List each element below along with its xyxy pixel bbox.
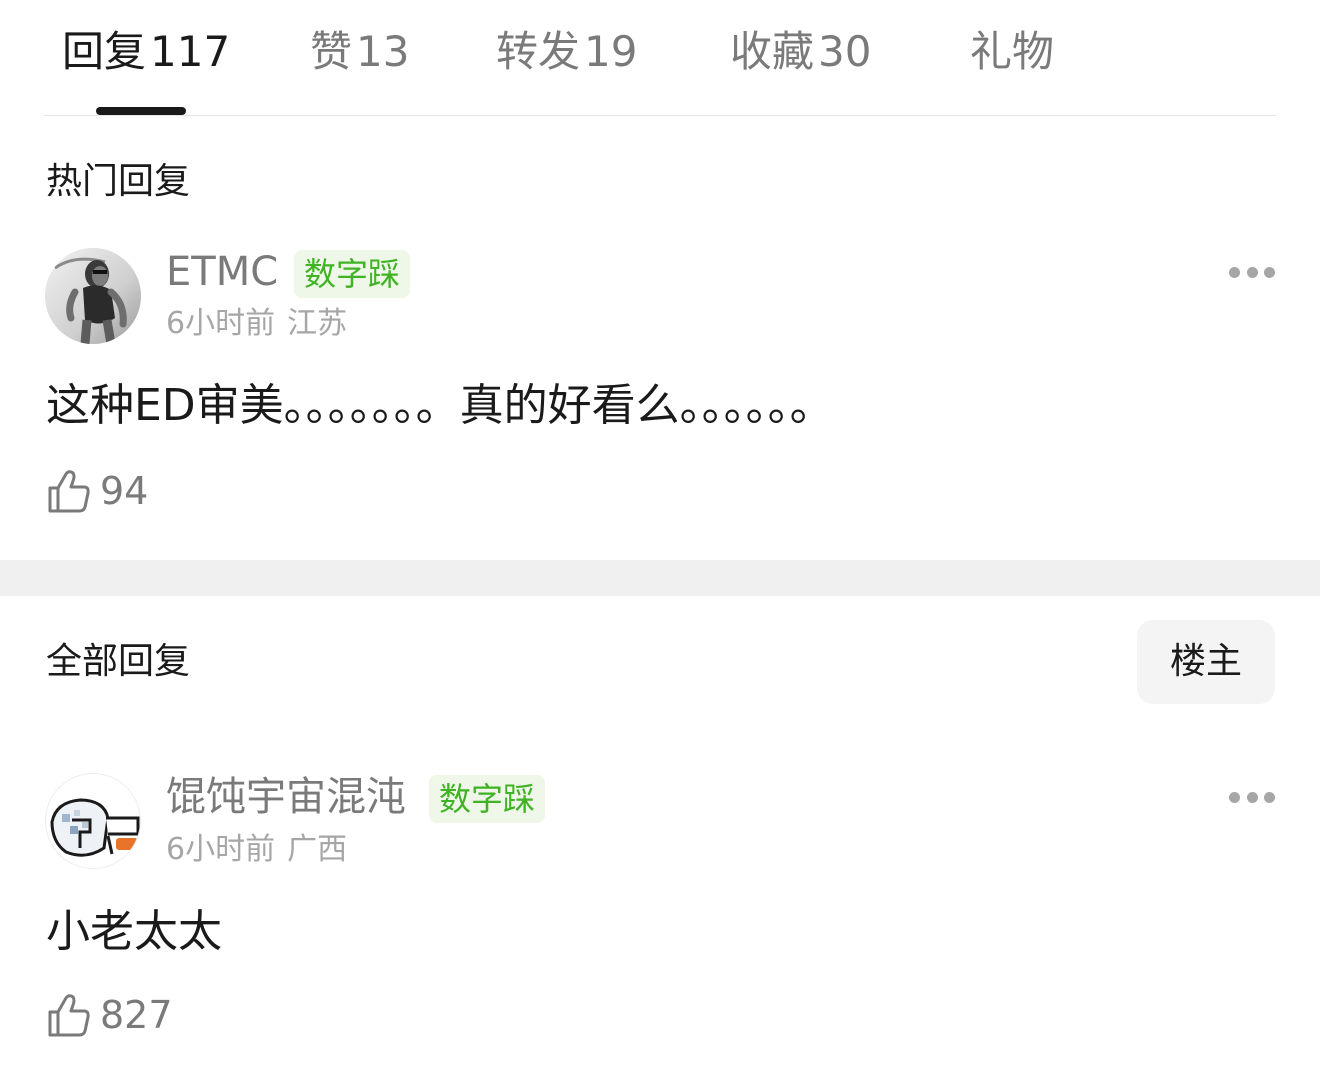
comment-location: 江苏 — [287, 306, 348, 341]
pixel-art-avatar-icon[interactable] — [45, 773, 141, 869]
tab-replies[interactable]: 回复117 — [62, 22, 230, 82]
tab-label: 转发 — [496, 27, 581, 76]
like-button[interactable]: 94 — [46, 466, 148, 516]
tab-count: 13 — [356, 27, 410, 76]
tab-label: 回复 — [62, 27, 147, 76]
comment-username[interactable]: 馄饨宇宙混沌 — [166, 771, 406, 823]
comment-time: 6小时前 — [166, 832, 276, 867]
tab-reposts[interactable]: 转发19 — [496, 22, 637, 82]
comment-time: 6小时前 — [166, 306, 276, 341]
hot-replies-title: 热门回复 — [46, 161, 191, 202]
digital-tag-badge: 数字踩 — [294, 250, 411, 298]
tab-favorites[interactable]: 收藏30 — [730, 22, 871, 82]
like-button[interactable]: 827 — [46, 990, 173, 1040]
active-tab-indicator — [96, 107, 186, 115]
more-options-icon[interactable] — [1229, 265, 1275, 279]
comment-text: 小老太太 — [46, 906, 222, 957]
tab-count: 117 — [150, 27, 231, 76]
tab-divider — [44, 115, 1276, 116]
tab-likes[interactable]: 赞13 — [310, 22, 409, 82]
tab-bar: 回复117 赞13 转发19 收藏30 礼物 — [0, 0, 1320, 116]
thumbs-up-icon — [48, 994, 90, 1037]
digital-tag-badge: 数字踩 — [429, 775, 546, 823]
owner-filter-button[interactable]: 楼主 — [1137, 620, 1275, 704]
comment-text: 这种ED审美。。。。。。。真的好看么。。。。。。 — [46, 380, 834, 431]
user-photo-avatar-icon[interactable] — [45, 248, 141, 344]
tab-count: 19 — [584, 27, 638, 76]
thumbs-up-icon — [48, 470, 90, 513]
section-separator — [0, 560, 1320, 596]
tab-label: 收藏 — [730, 27, 815, 76]
like-count: 94 — [100, 469, 149, 513]
comment-username[interactable]: ETMC — [166, 246, 278, 298]
tab-count: 30 — [818, 27, 872, 76]
tab-gifts[interactable]: 礼物 — [970, 22, 1054, 82]
like-count: 827 — [100, 993, 173, 1037]
comment-meta: 6小时前 江苏 — [166, 304, 347, 344]
comment-meta: 6小时前 广西 — [166, 830, 347, 870]
all-replies-title: 全部回复 — [46, 641, 191, 682]
comments-page: 回复117 赞13 转发19 收藏30 礼物 热门回复 ETMC 数字踩 6小时… — [0, 0, 1320, 1072]
more-options-icon[interactable] — [1229, 790, 1275, 804]
tab-label: 赞 — [310, 27, 353, 76]
comment-location: 广西 — [287, 832, 348, 867]
tab-label: 礼物 — [970, 27, 1055, 76]
